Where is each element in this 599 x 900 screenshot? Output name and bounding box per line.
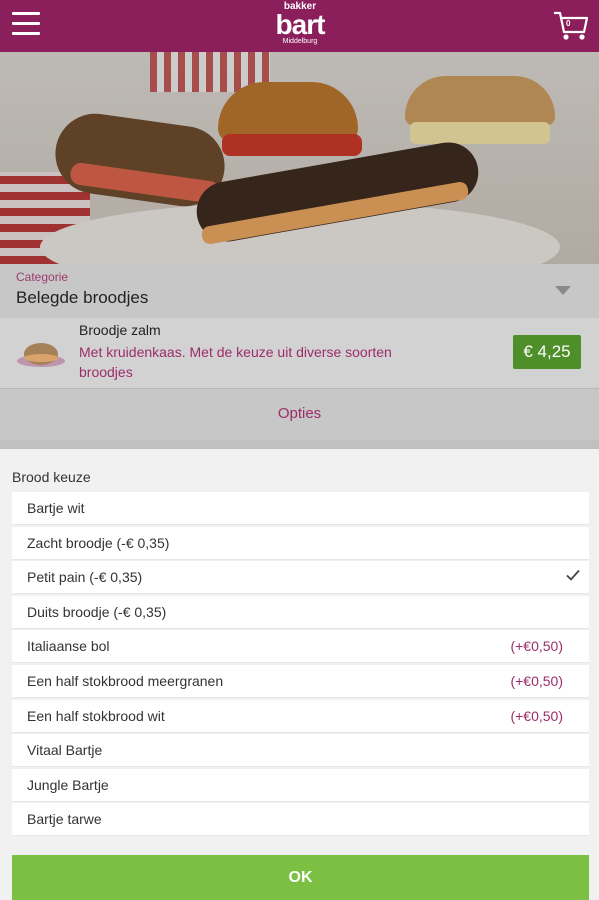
choice-list: Bartje wit Zacht broodje (-€ 0,35) Petit p… <box>12 492 589 838</box>
hamburger-icon[interactable] <box>12 12 42 38</box>
choice-item[interactable]: Een half stokbrood wit (+€0,50) <box>12 699 589 733</box>
sheet-title: Brood keuze <box>12 469 91 485</box>
cart-count: 0 <box>566 19 571 28</box>
chevron-down-icon <box>555 286 571 295</box>
checkmark-icon <box>565 567 581 583</box>
choice-item[interactable]: Petit pain (-€ 0,35) <box>12 561 589 595</box>
divider <box>0 440 599 449</box>
hero-image <box>0 52 599 264</box>
choice-surcharge: (+€0,50) <box>510 638 563 655</box>
choice-item[interactable]: Bartje wit <box>12 492 589 525</box>
options-label: Opties <box>277 405 322 422</box>
app-header: bakker bart Middelburg 0 <box>0 0 599 52</box>
choice-surcharge: (+€0,50) <box>510 707 563 724</box>
product-name: Broodje zalm <box>79 322 161 338</box>
category-label: Categorie <box>16 270 69 284</box>
choice-label: Een half stokbrood wit <box>27 707 165 724</box>
price-button[interactable]: € 4,25 <box>513 335 581 369</box>
category-value: Belegde broodjes <box>16 288 149 307</box>
choice-item[interactable]: Een half stokbrood meergranen (+€0,50) <box>12 664 589 698</box>
logo: bakker bart Middelburg <box>250 2 350 48</box>
choice-item[interactable]: Vitaal Bartje <box>12 734 589 768</box>
logo-big-text: bart <box>275 9 326 40</box>
ok-button[interactable]: OK <box>12 855 589 900</box>
cart-icon[interactable]: 0 <box>553 10 589 42</box>
choice-item[interactable]: Zacht broodje (-€ 0,35) <box>12 526 589 560</box>
product-description: Met kruidenkaas. Met de keuze uit divers… <box>79 344 392 380</box>
choice-label: Zacht broodje (-€ 0,35) <box>27 534 170 551</box>
choice-surcharge: (+€0,50) <box>510 672 563 689</box>
hero-overlay <box>0 52 599 264</box>
choice-item[interactable]: Bartje tarwe <box>12 803 589 837</box>
choice-item[interactable]: Jungle Bartje <box>12 768 589 802</box>
choice-label: Bartje wit <box>27 500 85 516</box>
logo-city-text: Middelburg <box>282 38 318 45</box>
choice-label: Een half stokbrood meergranen <box>27 672 224 689</box>
choice-label: Italiaanse bol <box>27 638 110 655</box>
product-thumbnail <box>16 334 66 370</box>
product-row: Broodje zalm Met kruidenkaas. Met de keu… <box>0 318 599 388</box>
category-selector[interactable]: Categorie Belegde broodjes <box>0 264 599 318</box>
choice-item[interactable]: Italiaanse bol (+€0,50) <box>12 630 589 664</box>
choice-label: Vitaal Bartje <box>27 742 103 759</box>
choice-label: Jungle Bartje <box>27 776 109 793</box>
choice-label: Bartje tarwe <box>27 811 102 828</box>
choice-item[interactable]: Duits broodje (-€ 0,35) <box>12 595 589 629</box>
bread-choice-sheet: Brood keuze Bartje wit Zacht broodje (-€ … <box>0 449 599 900</box>
choice-label: Duits broodje (-€ 0,35) <box>27 603 167 620</box>
options-bar[interactable]: Opties <box>0 388 599 440</box>
choice-label: Petit pain (-€ 0,35) <box>27 569 143 586</box>
